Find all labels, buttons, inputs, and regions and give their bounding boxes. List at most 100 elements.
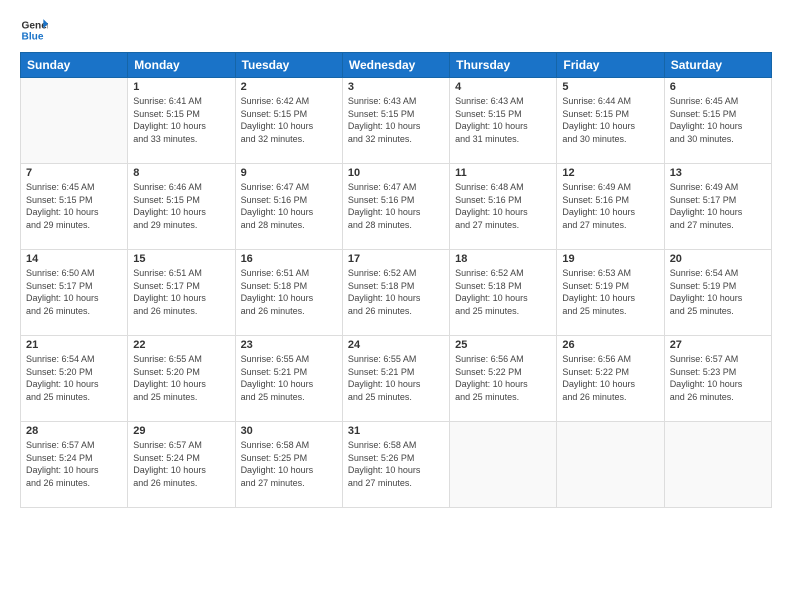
- weekday-header-sunday: Sunday: [21, 53, 128, 78]
- day-info: Sunrise: 6:44 AM Sunset: 5:15 PM Dayligh…: [562, 95, 658, 145]
- day-number: 7: [26, 167, 122, 179]
- day-info: Sunrise: 6:52 AM Sunset: 5:18 PM Dayligh…: [348, 267, 444, 317]
- day-info: Sunrise: 6:58 AM Sunset: 5:26 PM Dayligh…: [348, 439, 444, 489]
- calendar-cell: 2 Sunrise: 6:42 AM Sunset: 5:15 PM Daylig…: [235, 78, 342, 164]
- day-number: 2: [241, 81, 337, 93]
- day-number: 23: [241, 339, 337, 351]
- day-info: Sunrise: 6:54 AM Sunset: 5:20 PM Dayligh…: [26, 353, 122, 403]
- day-number: 18: [455, 253, 551, 265]
- weekday-header-wednesday: Wednesday: [342, 53, 449, 78]
- day-number: 21: [26, 339, 122, 351]
- calendar-cell: 4 Sunrise: 6:43 AM Sunset: 5:15 PM Daylig…: [450, 78, 557, 164]
- page: General Blue SundayMondayTuesdayWednesda…: [0, 0, 792, 612]
- day-info: Sunrise: 6:49 AM Sunset: 5:16 PM Dayligh…: [562, 181, 658, 231]
- calendar-cell: 30 Sunrise: 6:58 AM Sunset: 5:25 PM Dayli…: [235, 422, 342, 508]
- calendar-cell: 17Sunrise: 6:52 AM Sunset: 5:18 PM Dayli…: [342, 250, 449, 336]
- calendar-cell: 13 Sunrise: 6:49 AM Sunset: 5:17 PM Dayli…: [664, 164, 771, 250]
- week-row-2: 14 Sunrise: 6:50 AM Sunset: 5:17 PM Dayli…: [21, 250, 772, 336]
- svg-text:Blue: Blue: [22, 31, 44, 42]
- calendar-cell: 18Sunrise: 6:52 AM Sunset: 5:18 PM Dayli…: [450, 250, 557, 336]
- day-number: 28: [26, 425, 122, 437]
- weekday-header-thursday: Thursday: [450, 53, 557, 78]
- calendar-cell: 22 Sunrise: 6:55 AM Sunset: 5:20 PM Dayli…: [128, 336, 235, 422]
- calendar-cell: 15 Sunrise: 6:51 AM Sunset: 5:17 PM Dayli…: [128, 250, 235, 336]
- day-info: Sunrise: 6:58 AM Sunset: 5:25 PM Dayligh…: [241, 439, 337, 489]
- day-number: 14: [26, 253, 122, 265]
- calendar-cell: 9 Sunrise: 6:47 AM Sunset: 5:16 PM Daylig…: [235, 164, 342, 250]
- day-info: Sunrise: 6:53 AM Sunset: 5:19 PM Dayligh…: [562, 267, 658, 317]
- calendar-cell: 1 Sunrise: 6:41 AM Sunset: 5:15 PM Daylig…: [128, 78, 235, 164]
- day-number: 15: [133, 253, 229, 265]
- calendar-cell: 26 Sunrise: 6:56 AM Sunset: 5:22 PM Dayli…: [557, 336, 664, 422]
- day-info: Sunrise: 6:48 AM Sunset: 5:16 PM Dayligh…: [455, 181, 551, 231]
- day-info: Sunrise: 6:55 AM Sunset: 5:20 PM Dayligh…: [133, 353, 229, 403]
- calendar-table: SundayMondayTuesdayWednesdayThursdayFrid…: [20, 52, 772, 508]
- day-info: Sunrise: 6:46 AM Sunset: 5:15 PM Dayligh…: [133, 181, 229, 231]
- day-number: 19: [562, 253, 658, 265]
- calendar-cell: 12Sunrise: 6:49 AM Sunset: 5:16 PM Dayli…: [557, 164, 664, 250]
- calendar-cell: 8 Sunrise: 6:46 AM Sunset: 5:15 PM Daylig…: [128, 164, 235, 250]
- calendar-cell: 10 Sunrise: 6:47 AM Sunset: 5:16 PM Dayli…: [342, 164, 449, 250]
- day-number: 1: [133, 81, 229, 93]
- day-info: Sunrise: 6:42 AM Sunset: 5:15 PM Dayligh…: [241, 95, 337, 145]
- day-number: 5: [562, 81, 658, 93]
- weekday-header-tuesday: Tuesday: [235, 53, 342, 78]
- calendar-cell: 3 Sunrise: 6:43 AM Sunset: 5:15 PM Daylig…: [342, 78, 449, 164]
- calendar-cell: 16Sunrise: 6:51 AM Sunset: 5:18 PM Dayli…: [235, 250, 342, 336]
- day-number: 25: [455, 339, 551, 351]
- day-number: 10: [348, 167, 444, 179]
- day-number: 26: [562, 339, 658, 351]
- week-row-1: 7Sunrise: 6:45 AM Sunset: 5:15 PM Daylig…: [21, 164, 772, 250]
- day-info: Sunrise: 6:47 AM Sunset: 5:16 PM Dayligh…: [348, 181, 444, 231]
- day-info: Sunrise: 6:56 AM Sunset: 5:22 PM Dayligh…: [562, 353, 658, 403]
- day-info: Sunrise: 6:57 AM Sunset: 5:23 PM Dayligh…: [670, 353, 766, 403]
- day-info: Sunrise: 6:56 AM Sunset: 5:22 PM Dayligh…: [455, 353, 551, 403]
- day-number: 9: [241, 167, 337, 179]
- day-info: Sunrise: 6:41 AM Sunset: 5:15 PM Dayligh…: [133, 95, 229, 145]
- header: General Blue: [20, 16, 772, 44]
- day-info: Sunrise: 6:49 AM Sunset: 5:17 PM Dayligh…: [670, 181, 766, 231]
- day-info: Sunrise: 6:43 AM Sunset: 5:15 PM Dayligh…: [348, 95, 444, 145]
- day-info: Sunrise: 6:47 AM Sunset: 5:16 PM Dayligh…: [241, 181, 337, 231]
- day-info: Sunrise: 6:55 AM Sunset: 5:21 PM Dayligh…: [241, 353, 337, 403]
- logo: General Blue: [20, 16, 48, 44]
- day-number: 22: [133, 339, 229, 351]
- day-number: 24: [348, 339, 444, 351]
- weekday-header-row: SundayMondayTuesdayWednesdayThursdayFrid…: [21, 53, 772, 78]
- calendar-cell: [21, 78, 128, 164]
- calendar-cell: 6Sunrise: 6:45 AM Sunset: 5:15 PM Daylig…: [664, 78, 771, 164]
- weekday-header-monday: Monday: [128, 53, 235, 78]
- day-number: 30: [241, 425, 337, 437]
- day-number: 8: [133, 167, 229, 179]
- calendar-cell: 20 Sunrise: 6:54 AM Sunset: 5:19 PM Dayli…: [664, 250, 771, 336]
- day-number: 13: [670, 167, 766, 179]
- day-info: Sunrise: 6:50 AM Sunset: 5:17 PM Dayligh…: [26, 267, 122, 317]
- day-number: 3: [348, 81, 444, 93]
- calendar-cell: 27Sunrise: 6:57 AM Sunset: 5:23 PM Dayli…: [664, 336, 771, 422]
- calendar-cell: [557, 422, 664, 508]
- calendar-cell: 19 Sunrise: 6:53 AM Sunset: 5:19 PM Dayli…: [557, 250, 664, 336]
- week-row-0: 1 Sunrise: 6:41 AM Sunset: 5:15 PM Daylig…: [21, 78, 772, 164]
- day-info: Sunrise: 6:43 AM Sunset: 5:15 PM Dayligh…: [455, 95, 551, 145]
- day-number: 4: [455, 81, 551, 93]
- day-info: Sunrise: 6:57 AM Sunset: 5:24 PM Dayligh…: [133, 439, 229, 489]
- logo-icon: General Blue: [20, 16, 48, 44]
- day-info: Sunrise: 6:51 AM Sunset: 5:18 PM Dayligh…: [241, 267, 337, 317]
- day-info: Sunrise: 6:51 AM Sunset: 5:17 PM Dayligh…: [133, 267, 229, 317]
- calendar-cell: 29Sunrise: 6:57 AM Sunset: 5:24 PM Dayli…: [128, 422, 235, 508]
- calendar-cell: 28 Sunrise: 6:57 AM Sunset: 5:24 PM Dayli…: [21, 422, 128, 508]
- calendar-cell: 14 Sunrise: 6:50 AM Sunset: 5:17 PM Dayli…: [21, 250, 128, 336]
- calendar-cell: 21 Sunrise: 6:54 AM Sunset: 5:20 PM Dayli…: [21, 336, 128, 422]
- day-info: Sunrise: 6:57 AM Sunset: 5:24 PM Dayligh…: [26, 439, 122, 489]
- week-row-3: 21 Sunrise: 6:54 AM Sunset: 5:20 PM Dayli…: [21, 336, 772, 422]
- calendar-cell: 7Sunrise: 6:45 AM Sunset: 5:15 PM Daylig…: [21, 164, 128, 250]
- calendar-cell: 5 Sunrise: 6:44 AM Sunset: 5:15 PM Daylig…: [557, 78, 664, 164]
- day-number: 20: [670, 253, 766, 265]
- calendar-cell: 11 Sunrise: 6:48 AM Sunset: 5:16 PM Dayli…: [450, 164, 557, 250]
- calendar-cell: 23 Sunrise: 6:55 AM Sunset: 5:21 PM Dayli…: [235, 336, 342, 422]
- calendar-cell: 31Sunrise: 6:58 AM Sunset: 5:26 PM Dayli…: [342, 422, 449, 508]
- day-info: Sunrise: 6:54 AM Sunset: 5:19 PM Dayligh…: [670, 267, 766, 317]
- day-number: 11: [455, 167, 551, 179]
- day-info: Sunrise: 6:55 AM Sunset: 5:21 PM Dayligh…: [348, 353, 444, 403]
- weekday-header-saturday: Saturday: [664, 53, 771, 78]
